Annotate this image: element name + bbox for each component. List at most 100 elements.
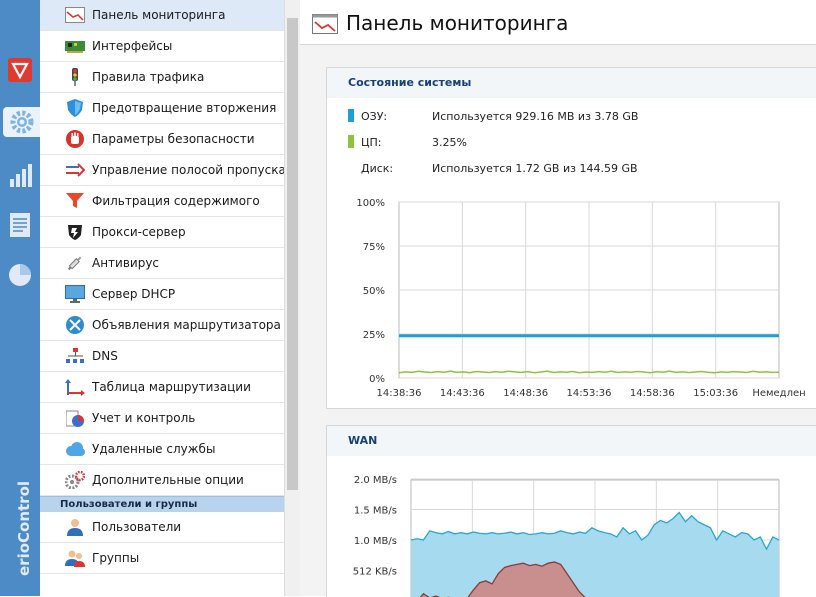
panel-title: Состояние системы [327,68,816,98]
sidebar-item-users[interactable]: Пользователи [40,512,284,543]
sidebar-item-label: Таблица маршрутизации [92,380,251,394]
cpu-legend-marker [348,135,354,148]
disk-label: Диск: [361,162,394,175]
y-tick-label: 50% [363,286,385,297]
sidebar-item-label: Интерфейсы [92,39,173,53]
x-tick-label: 14:58:36 [630,388,675,399]
sidebar-item-groups[interactable]: Группы [40,543,284,574]
sidebar-item-label: DNS [92,349,118,363]
routing-table-icon [64,378,86,396]
sidebar-item-label: Пользователи [92,520,182,534]
y-tick-label: 1.5 MB/s [354,506,397,517]
group-icon [64,549,86,567]
page-title: Панель мониторинга [346,11,569,35]
sidebar-item-label: Прокси-сервер [92,225,186,239]
sidebar-item-label: Панель мониторинга [92,8,226,22]
sidebar-item-dhcp[interactable]: Сервер DHCP [40,279,284,310]
gears-icon [64,471,86,489]
x-tick-label: Немедлен [752,388,805,399]
pie-status-icon[interactable] [5,260,35,290]
monitoring-chart-icon [64,6,86,24]
sidebar-item-label: Удаленные службы [92,442,216,456]
y-tick-label: 0% [369,374,385,385]
x-tick-label: 14:43:36 [440,388,485,399]
main-content: Панель мониторинга Состояние системы ОЗУ… [300,0,816,597]
settings-gear-icon[interactable] [3,107,40,137]
funnel-icon [64,192,86,210]
sidebar-item-dns[interactable]: DNS [40,341,284,372]
cpu-label: ЦП: [361,136,382,149]
x-tick-label: 14:48:36 [503,388,548,399]
statistics-bars-icon[interactable] [5,160,35,190]
sidebar-item-routing-table[interactable]: Таблица маршрутизации [40,372,284,403]
bandwidth-arrows-icon [64,161,86,179]
brand-vertical: erioControl [5,481,35,592]
y-tick-label: 2.0 MB/s [354,475,397,486]
page-header: Панель мониторинга [300,0,816,45]
icon-rail: erioControl [0,0,40,596]
wan-panel: WAN 2.0 MB/s 1.5 MB/s 1.0 MB/s 512 KB/s [326,425,816,597]
y-tick-label: 25% [363,330,385,341]
sidebar-nav: Панель мониторинга Интерфейсы Правила тр… [40,0,284,596]
cpu-value: 3.25% [432,136,467,149]
y-tick-label: 512 KB/s [353,567,397,578]
y-tick-label: 100% [356,198,385,209]
panel-title: WAN [327,426,816,456]
proxy-icon [64,223,86,241]
x-tick-label: 15:03:36 [693,388,738,399]
dns-tree-icon [64,347,86,365]
sidebar-item-label: Дополнительные опции [92,473,244,487]
sidebar-item-monitoring[interactable]: Панель мониторинга [40,0,284,31]
brand-text: erioControl [15,480,33,576]
sidebar-item-remote-services[interactable]: Удаленные службы [40,434,284,465]
traffic-light-icon [64,68,86,86]
section-users-groups: Пользователи и группы [40,496,284,512]
user-icon [64,518,86,536]
sidebar-item-label: Параметры безопасности [92,132,255,146]
system-usage-chart: 100% 75% 50% 25% 0% 14:38:36 14:43:36 14:48:36 1… [356,198,805,399]
logs-document-icon[interactable] [5,210,35,240]
sidebar-item-ipv6-router[interactable]: Объявления маршрутизатора IPv6 [40,310,284,341]
sidebar-item-label: Предотвращение вторжения [92,101,277,115]
disk-value: Используется 1.72 GB из 144.59 GB [432,162,638,175]
sidebar-item-accounting[interactable]: Учет и контроль [40,403,284,434]
scrollbar-thumb[interactable] [287,18,298,490]
sidebar-item-content-filtering[interactable]: Фильтрация содержимого [40,186,284,217]
x-tick-label: 14:53:36 [567,388,612,399]
shield-icon [64,99,86,117]
router-icon [64,316,86,334]
sidebar-item-bandwidth[interactable]: Управление полосой пропускания [40,155,284,186]
y-tick-label: 1.0 MB/s [354,536,397,547]
ram-label: ОЗУ: [361,110,388,123]
sidebar-item-label: Группы [92,551,140,565]
ram-value: Используется 929.16 MB из 3.78 GB [432,110,639,123]
sidebar-item-label: Правила трафика [92,70,205,84]
wan-traffic-chart: 2.0 MB/s 1.5 MB/s 1.0 MB/s 512 KB/s [353,475,780,597]
shield-logo-icon[interactable] [5,55,35,85]
x-tick-label: 14:38:36 [377,388,422,399]
accounting-pie-icon [64,409,86,427]
sidebar-item-traffic-rules[interactable]: Правила трафика [40,62,284,93]
sidebar-item-interfaces[interactable]: Интерфейсы [40,31,284,62]
sidebar-item-label: Учет и контроль [92,411,196,425]
sidebar-item-intrusion-prevention[interactable]: Предотвращение вторжения [40,93,284,124]
sidebar-item-security-settings[interactable]: Параметры безопасности [40,124,284,155]
y-tick-label: 75% [363,242,385,253]
dhcp-monitor-icon [64,285,86,303]
system-status-panel: Состояние системы ОЗУ: Используется 929.… [326,67,816,409]
monitoring-chart-icon [312,14,338,37]
stop-hand-icon [64,130,86,148]
sidebar-item-label: Антивирус [92,256,160,270]
sidebar-item-label: Управление полосой пропускания [92,163,284,177]
cloud-icon [64,440,86,458]
sidebar-item-advanced-options[interactable]: Дополнительные опции [40,465,284,496]
ram-legend-marker [348,109,354,122]
sidebar-scrollbar[interactable] [284,0,301,596]
sidebar-item-label: Сервер DHCP [92,287,176,301]
sidebar-item-antivirus[interactable]: Антивирус [40,248,284,279]
network-card-icon [64,37,86,55]
sidebar-item-label: Объявления маршрутизатора IPv6 [92,318,284,332]
syringe-icon [64,254,86,272]
sidebar-item-proxy[interactable]: Прокси-сервер [40,217,284,248]
sidebar-item-label: Фильтрация содержимого [92,194,260,208]
